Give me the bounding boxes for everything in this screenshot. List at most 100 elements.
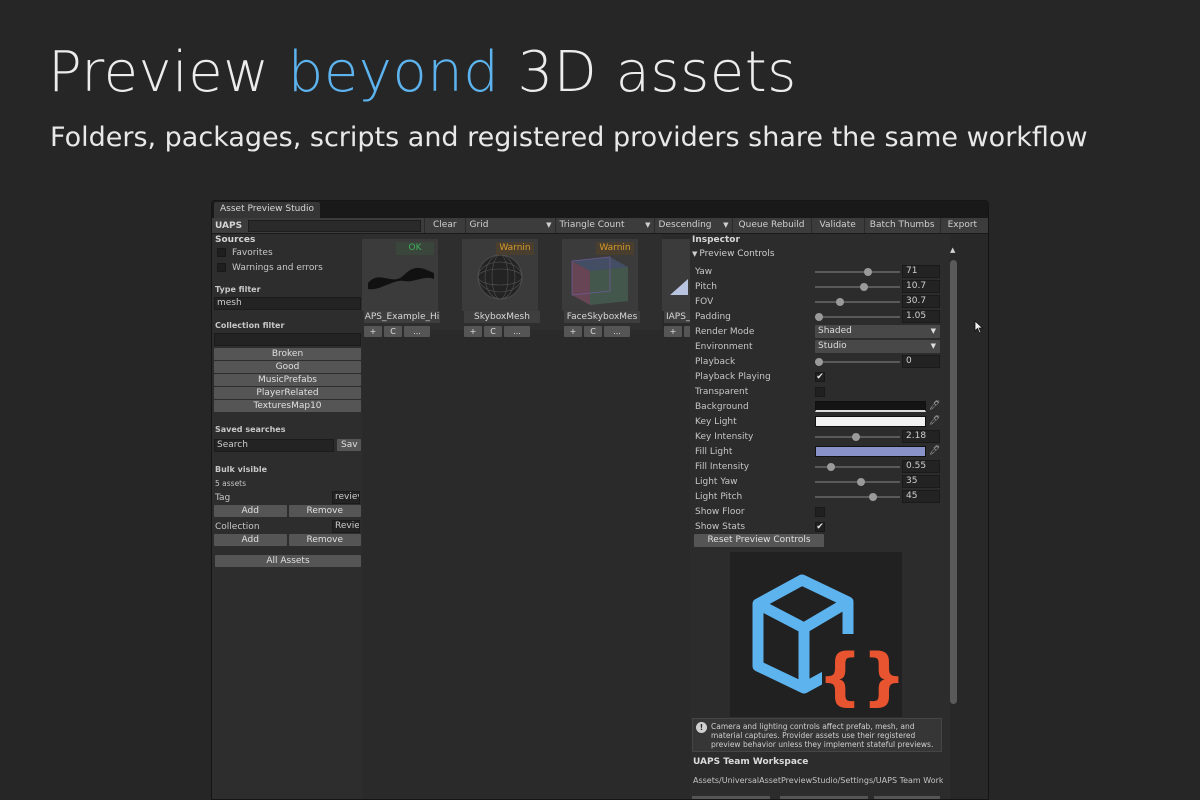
type-filter-input[interactable]: mesh [214,297,361,310]
save-search-button[interactable]: Sav [337,439,361,451]
collection-button-broken[interactable]: Broken [214,348,361,360]
fill-intensity-slider[interactable] [815,463,900,471]
view-mode-dropdown[interactable]: Grid ▼ [464,218,555,233]
playback-slider[interactable] [815,358,900,366]
render-mode-dropdown[interactable]: Shaded ▼ [815,325,940,338]
asset-card[interactable]: Warnin FaceSkyboxMes + C ... [562,239,640,339]
hero-subtitle: Folders, packages, scripts and registere… [50,122,1088,153]
render-mode-row: Render Mode Shaded ▼ [695,324,940,339]
export-button[interactable]: Export [939,218,984,233]
fill-light-color-field[interactable] [815,446,926,457]
light-yaw-row: Light Yaw 35 [695,474,940,489]
show-floor-checkbox[interactable] [815,507,825,517]
asset-card[interactable]: IAPS_ + [662,239,690,339]
favorites-toggle[interactable]: Favorites [212,245,362,260]
add-button[interactable]: + [664,326,682,337]
clear-button[interactable]: Clear [424,218,465,233]
light-yaw-slider[interactable] [815,478,900,486]
eyedropper-icon[interactable]: 🖊 [929,401,940,411]
collection-filter-input[interactable] [214,333,361,346]
slider-knob[interactable] [857,478,866,486]
playback-field[interactable]: 0 [902,355,940,368]
asset-thumbnail[interactable]: OK [362,239,438,311]
collection-button-musicprefabs[interactable]: MusicPrefabs [214,374,361,386]
asset-thumbnail[interactable]: Warnin [562,239,638,311]
capture-button[interactable]: C [484,326,502,337]
environment-row: Environment Studio ▼ [695,339,940,354]
validate-button[interactable]: Validate [810,218,864,233]
workspace-button[interactable] [692,796,770,799]
key-intensity-slider[interactable] [815,433,900,441]
fov-field[interactable]: 30.7 [902,295,940,308]
padding-slider[interactable] [815,313,900,321]
workspace-button[interactable] [780,796,868,799]
capture-button[interactable]: C [384,326,402,337]
saved-search-input[interactable]: Search [214,439,334,452]
fov-slider[interactable] [815,298,900,306]
cube-script-icon: {} [752,574,906,716]
fill-intensity-field[interactable]: 0.55 [902,460,940,473]
more-button[interactable]: ... [504,326,530,337]
more-button[interactable]: ... [604,326,630,337]
light-yaw-field[interactable]: 35 [902,475,940,488]
slider-knob[interactable] [835,298,844,306]
queue-rebuild-button[interactable]: Queue Rebuild [731,218,811,233]
asset-thumbnail[interactable] [662,239,690,311]
add-button[interactable]: + [464,326,482,337]
light-pitch-slider[interactable] [815,493,900,501]
eyedropper-icon[interactable]: 🖊 [929,446,940,456]
slider-knob[interactable] [815,313,823,321]
slider-knob[interactable] [851,433,860,441]
collection-remove-button[interactable]: Remove [288,534,361,546]
slider-knob[interactable] [815,358,823,366]
order-dropdown[interactable]: Descending ▼ [653,218,732,233]
asset-card[interactable]: OK APS_Example_Hi + C ... [362,239,440,339]
collection-add-button[interactable]: Add [214,534,287,546]
padding-field[interactable]: 1.05 [902,310,940,323]
transparent-checkbox[interactable] [815,387,825,397]
all-assets-button[interactable]: All Assets [215,555,361,567]
collection-button-good[interactable]: Good [214,361,361,373]
key-light-color-field[interactable] [815,416,926,427]
environment-dropdown[interactable]: Studio ▼ [815,340,940,353]
eyedropper-icon[interactable]: 🖊 [929,416,940,426]
slider-knob[interactable] [868,493,877,501]
batch-thumbs-button[interactable]: Batch Thumbs [863,218,940,233]
checkbox[interactable] [217,248,226,257]
yaw-field[interactable]: 71 [902,265,940,278]
tag-input[interactable]: reviev [332,491,360,504]
collection-button-playerrelated[interactable]: PlayerRelated [214,387,361,399]
pitch-field[interactable]: 10.7 [902,280,940,293]
search-input[interactable] [248,219,421,232]
workspace-button[interactable] [874,796,940,799]
preview-controls-foldout[interactable]: ▼ Preview Controls [690,247,950,261]
scrollbar-thumb[interactable] [950,260,957,704]
add-button[interactable]: + [564,326,582,337]
sort-dropdown[interactable]: Triangle Count ▼ [554,218,654,233]
collection-input[interactable]: Revie [332,520,360,533]
checkbox[interactable] [217,263,226,272]
slider-knob[interactable] [863,268,872,276]
slider-knob[interactable] [859,283,868,291]
add-button[interactable]: + [364,326,382,337]
collection-button-texturesmap10[interactable]: TexturesMap10 [214,400,361,412]
playback-playing-checkbox[interactable]: ✔ [815,372,825,382]
window-tab[interactable]: Asset Preview Studio [214,202,321,218]
reset-preview-controls-button[interactable]: Reset Preview Controls [694,534,824,547]
yaw-slider[interactable] [815,268,900,276]
asset-card[interactable]: Warnin SkyboxMesh + C ... [462,239,540,339]
pitch-slider[interactable] [815,283,900,291]
capture-button[interactable]: C [584,326,602,337]
more-button[interactable]: ... [404,326,430,337]
tag-add-button[interactable]: Add [214,505,287,517]
show-stats-checkbox[interactable]: ✔ [815,522,825,532]
slider-knob[interactable] [827,463,836,471]
light-pitch-field[interactable]: 45 [902,490,940,503]
asset-thumbnail[interactable]: Warnin [462,239,538,311]
tag-remove-button[interactable]: Remove [288,505,361,517]
inspector-scrollbar[interactable]: ▲ [950,246,960,718]
warnings-toggle[interactable]: Warnings and errors [212,260,362,275]
scroll-up-icon[interactable]: ▲ [950,246,955,254]
key-intensity-field[interactable]: 2.18 [902,430,940,443]
background-color-field[interactable] [815,401,926,412]
